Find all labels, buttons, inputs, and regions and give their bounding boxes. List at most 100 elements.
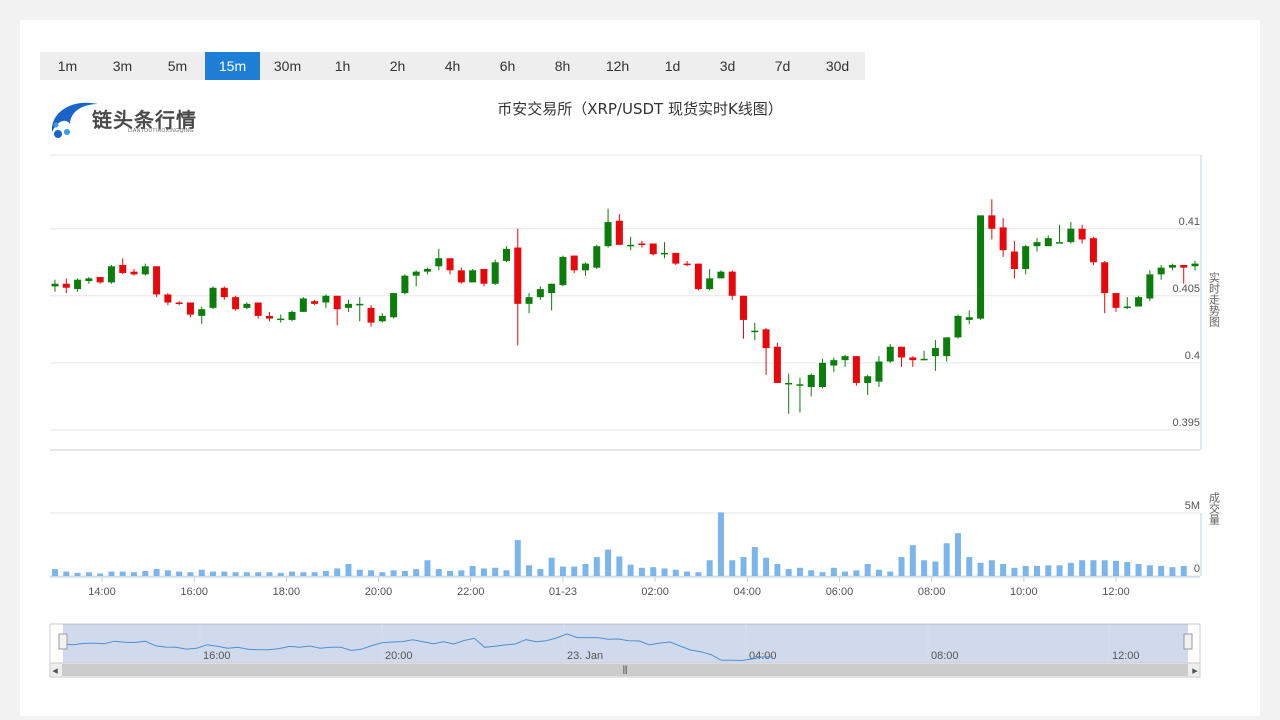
candle-body [1089,238,1097,263]
candle-body [356,303,364,306]
volume-bar [379,572,386,576]
volume-bar [1045,565,1052,576]
volume-bar [559,566,566,576]
candle-body [401,275,409,294]
volume-bar [932,561,939,576]
candle-body [988,215,996,229]
volume-bar [503,570,510,576]
navigator-label: 20:00 [385,650,413,662]
candle-body [367,307,375,323]
candle-body [728,271,736,296]
volume-bar [1112,560,1119,576]
candle-body [502,248,510,261]
volume-bar [52,569,58,576]
candle-body [378,315,386,322]
volume-bar [469,565,476,576]
volume-bar [1146,565,1153,576]
candle-body [1123,306,1131,309]
volume-bar [435,569,442,576]
candle-body [909,357,917,361]
candle-body [288,311,296,320]
volume-bar [401,570,408,576]
candle-body [773,346,781,383]
candle-body [446,258,454,271]
candle-body [1078,228,1086,240]
volume-bar [966,557,973,576]
volume-bar [672,569,679,576]
navigator-right-handle[interactable] [1183,633,1193,650]
volume-bar [706,560,713,576]
candle-body [965,317,973,320]
scroll-right-arrow-icon: ▸ [1192,665,1198,677]
candle-body [220,287,228,298]
candle-body [423,268,431,272]
candle-body [1010,251,1018,269]
volume-bar [187,572,194,576]
candle-body [1056,242,1064,244]
candlestick-chart: 0.41 0.405 0.4 0.395 5M 0 实时走势图成交量 14:00 16:00 18… [49,154,1221,678]
candle-body [390,293,398,318]
candle-body [807,374,815,387]
volume-bar [266,572,273,576]
volume-bar [1124,562,1131,576]
x-tick-label: 22:00 [457,586,485,598]
volume-bar [131,572,138,576]
candle-body [119,264,127,273]
candle-body [864,376,872,383]
volume-tick-label: 0 [1194,563,1200,575]
volume-bar [458,570,465,576]
candle-body [931,348,939,357]
volume-bar [334,568,341,576]
candle-body [1067,228,1075,243]
volume-bar [864,564,871,576]
volume-bar [988,560,995,576]
candle-body [943,337,951,357]
volume-bar [221,571,228,576]
candle-body [751,330,759,333]
candle-body [570,255,578,271]
volume-bar [108,571,115,576]
candle-body [1135,297,1143,307]
scrollbar-grip-icon: ⦀ [623,665,628,677]
candle-body [85,278,93,282]
volume-tick-label: 5M [1185,500,1200,512]
volume-bar [548,557,555,576]
volume-bar [1101,560,1108,576]
volume-bar [198,569,205,576]
volume-bar [875,569,882,576]
navigator-left-handle[interactable] [58,633,68,650]
volume-bar [390,570,397,576]
candle-body [1180,264,1188,268]
candle-body [333,295,341,310]
candle-body [638,243,646,245]
candle-body [536,289,544,298]
volume-bar [808,570,815,576]
volume-bar [774,564,781,576]
volume-bar [1056,565,1063,576]
volume-bar [582,564,589,576]
candle-body [694,263,702,290]
candle-body [322,295,330,303]
candle-body [796,384,804,386]
candle-body [717,271,725,279]
volume-bar [514,540,521,576]
volume-bar [977,562,984,576]
candle-body [491,262,499,284]
candle-body [1112,293,1120,308]
candle-body [1044,238,1052,247]
volume-bar [210,571,217,576]
volume-bar [537,569,544,576]
candle-body [62,283,70,288]
x-tick-label: 06:00 [826,586,854,598]
x-tick-label: 12:00 [1102,586,1130,598]
candle-body [51,283,59,287]
x-tick-label: 18:00 [273,586,301,598]
volume-bar [1090,560,1097,576]
volume-bar [153,569,160,576]
volume-bar [921,560,928,576]
candle-body [311,301,319,304]
candle-body [886,346,894,362]
volume-bar [627,564,634,576]
candle-body [830,360,838,366]
candle-body [243,303,251,308]
